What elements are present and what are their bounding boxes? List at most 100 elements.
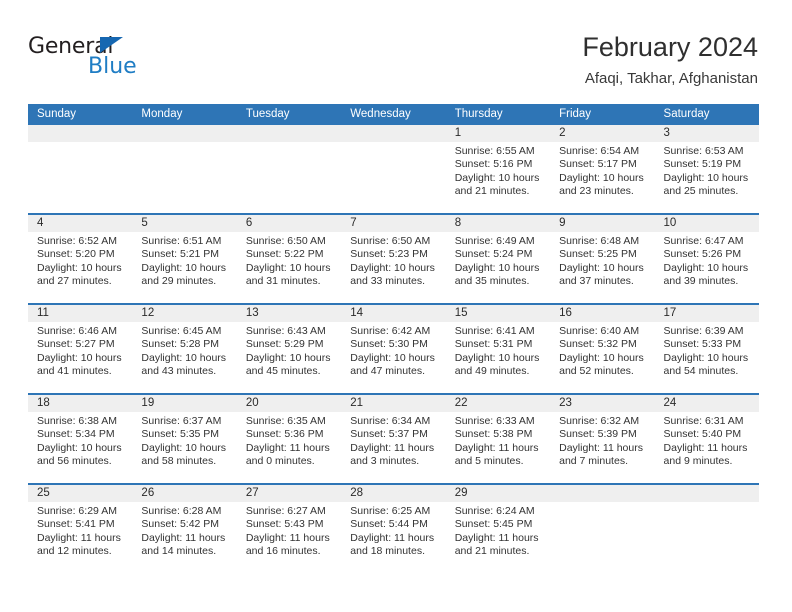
day-sun-info: Sunrise: 6:49 AM Sunset: 5:24 PM Daylight:…	[446, 232, 550, 289]
sunrise-line: Sunrise: 6:47 AM	[663, 235, 744, 247]
day-sun-info	[655, 502, 759, 505]
day-sun-info: Sunrise: 6:28 AM Sunset: 5:42 PM Daylight:…	[132, 502, 236, 559]
day-sun-info: Sunrise: 6:35 AM Sunset: 5:36 PM Daylight:…	[237, 412, 341, 469]
sunset-line: Sunset: 5:23 PM	[350, 248, 428, 261]
sunset-line: Sunset: 5:29 PM	[245, 338, 324, 351]
day-cell[interactable]: 24 Sunrise: 6:31 AM Sunset: 5:40 PM Dayligh…	[654, 395, 759, 483]
day-cell[interactable]: 10 Sunrise: 6:47 AM Sunset: 5:26 PM Dayligh…	[654, 215, 759, 303]
weekday-header-monday: Monday	[141, 108, 183, 120]
sunrise-line: Sunrise: 6:31 AM	[663, 415, 744, 427]
day-sun-info: Sunrise: 6:42 AM Sunset: 5:30 PM Daylight:…	[341, 322, 445, 379]
sunset-line: Sunset: 5:38 PM	[454, 428, 533, 441]
daylight-line-2: and 0 minutes.	[245, 455, 315, 468]
day-cell[interactable]: 27 Sunrise: 6:27 AM Sunset: 5:43 PM Dayligh…	[236, 485, 342, 573]
day-sun-info: Sunrise: 6:24 AM Sunset: 5:45 PM Daylight:…	[446, 502, 550, 559]
day-cell[interactable]: 14 Sunrise: 6:42 AM Sunset: 5:30 PM Dayligh…	[341, 305, 446, 393]
sunrise-line: Sunrise: 6:49 AM	[454, 235, 535, 247]
day-cell[interactable]: 19 Sunrise: 6:37 AM Sunset: 5:35 PM Dayligh…	[132, 395, 237, 483]
day-cell[interactable]: 22 Sunrise: 6:33 AM Sunset: 5:38 PM Dayligh…	[445, 395, 551, 483]
day-cell[interactable]: 3 Sunrise: 6:53 AM Sunset: 5:19 PM Daylight…	[654, 125, 759, 213]
day-cell[interactable]: 1 Sunrise: 6:55 AM Sunset: 5:16 PM Daylight…	[445, 125, 551, 213]
day-cell[interactable]: 16 Sunrise: 6:40 AM Sunset: 5:32 PM Dayligh…	[550, 305, 655, 393]
day-sun-info	[550, 502, 654, 505]
daylight-line-2: and 31 minutes.	[245, 275, 321, 288]
day-cell[interactable]: 25 Sunrise: 6:29 AM Sunset: 5:41 PM Dayligh…	[28, 485, 133, 573]
day-number: 1	[445, 125, 551, 142]
day-sun-info: Sunrise: 6:53 AM Sunset: 5:19 PM Daylight:…	[655, 142, 759, 199]
day-sun-info: Sunrise: 6:45 AM Sunset: 5:28 PM Daylight:…	[132, 322, 236, 379]
day-sun-info: Sunrise: 6:43 AM Sunset: 5:29 PM Daylight:…	[237, 322, 341, 379]
sunset-line: Sunset: 5:39 PM	[559, 428, 637, 441]
day-number: 3	[654, 125, 759, 142]
day-cell[interactable]: 4 Sunrise: 6:52 AM Sunset: 5:20 PM Daylight…	[28, 215, 133, 303]
calendar-page: General Blue February 2024 Afaqi, Takhar…	[0, 0, 792, 612]
daylight-line-2: and 49 minutes.	[454, 365, 530, 378]
daylight-line-1: Daylight: 10 hours	[663, 261, 749, 274]
day-cell[interactable]: 2 Sunrise: 6:54 AM Sunset: 5:17 PM Daylight…	[550, 125, 655, 213]
day-number: 24	[654, 395, 759, 412]
day-number: 23	[550, 395, 655, 412]
day-cell[interactable]: 29 Sunrise: 6:24 AM Sunset: 5:45 PM Dayligh…	[445, 485, 551, 573]
daylight-line-1: Daylight: 10 hours	[37, 351, 122, 364]
sunrise-line: Sunrise: 6:27 AM	[245, 505, 326, 517]
sunset-line: Sunset: 5:19 PM	[663, 158, 742, 171]
day-cell[interactable]: 7 Sunrise: 6:50 AM Sunset: 5:23 PM Daylight…	[341, 215, 446, 303]
day-cell[interactable]: 18 Sunrise: 6:38 AM Sunset: 5:34 PM Dayligh…	[28, 395, 133, 483]
day-cell[interactable]: 11 Sunrise: 6:46 AM Sunset: 5:27 PM Dayligh…	[28, 305, 133, 393]
day-cell[interactable]: 21 Sunrise: 6:34 AM Sunset: 5:37 PM Dayligh…	[341, 395, 446, 483]
daylight-line-2: and 16 minutes.	[245, 545, 321, 558]
weekday-header-row: Sunday Monday Tuesday Wednesday Thursday Frid…	[28, 104, 759, 125]
daylight-line-1: Daylight: 10 hours	[141, 351, 227, 364]
sunrise-line: Sunrise: 6:37 AM	[141, 415, 222, 427]
day-cell[interactable]: 8 Sunrise: 6:49 AM Sunset: 5:24 PM Daylight…	[445, 215, 551, 303]
daylight-line-1: Daylight: 11 hours	[245, 441, 330, 454]
day-sun-info: Sunrise: 6:41 AM Sunset: 5:31 PM Daylight:…	[446, 322, 550, 379]
sunset-line: Sunset: 5:30 PM	[350, 338, 428, 351]
day-cell[interactable]: 12 Sunrise: 6:45 AM Sunset: 5:28 PM Dayligh…	[132, 305, 237, 393]
daylight-line-1: Daylight: 11 hours	[663, 441, 748, 454]
sunset-line: Sunset: 5:27 PM	[37, 338, 115, 351]
day-number	[341, 125, 446, 142]
day-sun-info: Sunrise: 6:46 AM Sunset: 5:27 PM Daylight:…	[28, 322, 132, 379]
calendar-grid: Sunday Monday Tuesday Wednesday Thursday Frid…	[28, 104, 759, 573]
sunrise-line: Sunrise: 6:35 AM	[245, 415, 326, 427]
day-cell[interactable]: 5 Sunrise: 6:51 AM Sunset: 5:21 PM Daylight…	[132, 215, 237, 303]
day-cell[interactable]: 6 Sunrise: 6:50 AM Sunset: 5:22 PM Daylight…	[236, 215, 342, 303]
day-cell[interactable]: 13 Sunrise: 6:43 AM Sunset: 5:29 PM Dayligh…	[236, 305, 342, 393]
day-number	[236, 125, 342, 142]
weekday-header-wednesday: Wednesday	[350, 108, 411, 120]
sunset-line: Sunset: 5:43 PM	[245, 518, 324, 531]
sunset-line: Sunset: 5:35 PM	[141, 428, 220, 441]
general-blue-logo[interactable]: General Blue	[28, 34, 228, 90]
day-cell[interactable]: 20 Sunrise: 6:35 AM Sunset: 5:36 PM Dayligh…	[236, 395, 342, 483]
sunrise-line: Sunrise: 6:40 AM	[559, 325, 640, 337]
sunrise-line: Sunrise: 6:43 AM	[245, 325, 326, 337]
day-cell[interactable]: 26 Sunrise: 6:28 AM Sunset: 5:42 PM Dayligh…	[132, 485, 237, 573]
day-sun-info: Sunrise: 6:32 AM Sunset: 5:39 PM Daylight:…	[550, 412, 654, 469]
weekday-header-saturday: Saturday	[663, 108, 710, 120]
sunrise-line: Sunrise: 6:54 AM	[559, 145, 640, 157]
day-cell[interactable]: 17 Sunrise: 6:39 AM Sunset: 5:33 PM Dayligh…	[654, 305, 759, 393]
day-cell[interactable]: 23 Sunrise: 6:32 AM Sunset: 5:39 PM Dayligh…	[550, 395, 655, 483]
daylight-line-2: and 29 minutes.	[141, 275, 217, 288]
daylight-line-1: Daylight: 10 hours	[454, 351, 540, 364]
day-cell[interactable]: 9 Sunrise: 6:48 AM Sunset: 5:25 PM Daylight…	[550, 215, 655, 303]
daylight-line-2: and 3 minutes.	[350, 455, 420, 468]
day-sun-info: Sunrise: 6:27 AM Sunset: 5:43 PM Daylight:…	[237, 502, 341, 559]
sunrise-line: Sunrise: 6:39 AM	[663, 325, 744, 337]
day-number: 6	[236, 215, 342, 232]
daylight-line-2: and 41 minutes.	[37, 365, 112, 378]
day-number: 10	[654, 215, 759, 232]
day-cell[interactable]: 28 Sunrise: 6:25 AM Sunset: 5:44 PM Dayligh…	[341, 485, 446, 573]
daylight-line-2: and 56 minutes.	[37, 455, 112, 468]
sunset-line: Sunset: 5:26 PM	[663, 248, 742, 261]
sunset-line: Sunset: 5:22 PM	[245, 248, 324, 261]
sunrise-line: Sunrise: 6:50 AM	[245, 235, 326, 247]
day-cell[interactable]: 15 Sunrise: 6:41 AM Sunset: 5:31 PM Dayligh…	[445, 305, 551, 393]
sunset-line: Sunset: 5:40 PM	[663, 428, 742, 441]
daylight-line-2: and 27 minutes.	[37, 275, 112, 288]
logo-text-blue: Blue	[88, 54, 137, 79]
daylight-line-2: and 25 minutes.	[663, 185, 739, 198]
day-cell-empty	[28, 125, 133, 213]
day-number: 21	[341, 395, 446, 412]
